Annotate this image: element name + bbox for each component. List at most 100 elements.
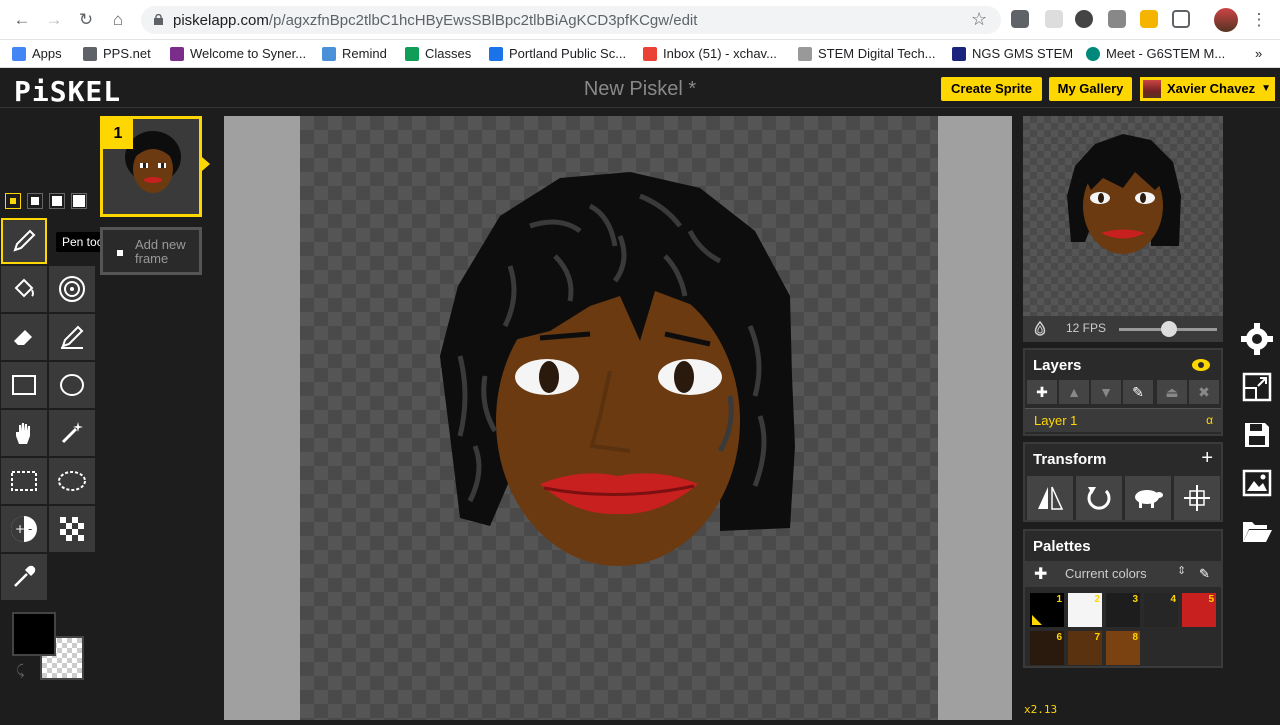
move-tool[interactable] (1, 410, 47, 456)
eye-icon[interactable] (1191, 358, 1211, 372)
lighten-tool[interactable]: - + (1, 506, 47, 552)
palette-select[interactable]: Current colors (1065, 566, 1147, 581)
frame-number: 1 (103, 119, 133, 149)
target-icon (59, 276, 85, 302)
paint-bucket-tool[interactable] (1, 266, 47, 312)
shape-selection-tool[interactable] (49, 410, 95, 456)
add-layer-button[interactable]: ✚ (1027, 380, 1057, 404)
animation-preview[interactable] (1023, 116, 1223, 316)
palette-swatch[interactable]: 6 (1030, 631, 1064, 665)
stroke-pen-icon (61, 325, 84, 349)
bookmark-item[interactable]: PPS.net (83, 46, 151, 61)
bookmark-star-icon[interactable]: ☆ (971, 9, 987, 30)
palette-swatch[interactable]: 4 (1144, 593, 1178, 627)
color-picker-tool[interactable] (1, 554, 47, 600)
primary-color-swatch[interactable] (12, 612, 56, 656)
swatch-number: 4 (1170, 594, 1176, 605)
extension-icon[interactable] (1140, 10, 1158, 28)
pen-tool[interactable] (1, 218, 47, 264)
more-bookmarks[interactable]: » (1255, 46, 1262, 61)
eyedropper-icon (14, 565, 36, 587)
rectangle-icon (12, 375, 36, 395)
extension-icon[interactable] (1045, 10, 1063, 28)
profile-avatar[interactable] (1214, 8, 1238, 32)
move-layer-down-button[interactable]: ▼ (1091, 380, 1121, 404)
bookmark-item[interactable]: Inbox (51) - xchav... (643, 46, 777, 61)
resize-button[interactable] (1234, 364, 1280, 410)
site-icon (322, 46, 336, 61)
lasso-select-tool[interactable] (49, 458, 95, 504)
bookmark-item[interactable]: Welcome to Syner... (170, 46, 306, 61)
svg-text:-: - (28, 522, 32, 536)
delete-layer-button[interactable]: ✖ (1189, 380, 1219, 404)
clone-button[interactable] (1125, 476, 1171, 520)
rectangle-select-tool[interactable] (1, 458, 47, 504)
extension-icon[interactable] (1108, 10, 1126, 28)
frame-thumbnail[interactable]: 1 (100, 116, 210, 217)
palette-swatch[interactable]: 2 (1068, 593, 1102, 627)
reload-icon[interactable]: ↻ (75, 9, 97, 31)
extensions-grid-icon[interactable] (1172, 10, 1190, 28)
my-gallery-button[interactable]: My Gallery (1049, 77, 1132, 101)
bookmark-item[interactable]: NGS GMS STEM (952, 46, 1073, 61)
onion-skin-icon[interactable] (1032, 321, 1048, 337)
export-button[interactable] (1234, 460, 1280, 506)
drawing-canvas[interactable] (300, 116, 938, 720)
palette-swatch[interactable]: 7 (1068, 631, 1102, 665)
fps-slider-handle[interactable] (1161, 321, 1177, 337)
forward-icon[interactable]: → (43, 9, 65, 31)
expand-plus-icon[interactable]: + (1201, 447, 1213, 470)
layer-alpha-toggle[interactable]: α (1206, 413, 1213, 427)
menu-dots-icon[interactable]: ⋮ (1248, 9, 1270, 31)
move-layer-up-button[interactable]: ▲ (1059, 380, 1089, 404)
bookmark-item[interactable]: Portland Public Sc... (489, 46, 626, 61)
extension-icon[interactable] (1075, 10, 1093, 28)
fps-label: 12 FPS (1066, 321, 1107, 335)
pen-size-1[interactable] (5, 193, 21, 209)
palette-swatch[interactable]: 5 (1182, 593, 1216, 627)
add-frame-icon (117, 250, 123, 256)
address-bar[interactable]: piskelapp.com/p/agxzfnBpc2tlbC1hcHByEwsS… (141, 6, 1001, 34)
save-button[interactable] (1234, 412, 1280, 458)
pen-size-selector (5, 193, 87, 209)
palette-swatch[interactable]: 1 (1030, 593, 1064, 627)
import-button[interactable] (1234, 508, 1280, 554)
pen-size-3[interactable] (49, 193, 65, 209)
rotate-button[interactable] (1076, 476, 1122, 520)
pen-size-4[interactable] (71, 193, 87, 209)
dithering-tool[interactable] (49, 506, 95, 552)
extension-icon[interactable] (1011, 10, 1029, 28)
center-button[interactable] (1174, 476, 1220, 520)
create-sprite-button[interactable]: Create Sprite (941, 77, 1042, 101)
bookmark-item[interactable]: Apps (12, 46, 62, 61)
stroke-tool[interactable] (49, 314, 95, 360)
swap-colors-icon[interactable]: ⤹ (16, 662, 24, 679)
back-icon[interactable]: ← (11, 9, 33, 31)
resize-icon (1242, 372, 1272, 402)
add-frame-label: Add new frame (135, 237, 186, 266)
rectangle-tool[interactable] (1, 362, 47, 408)
settings-button[interactable] (1234, 316, 1280, 362)
flip-button[interactable] (1027, 476, 1073, 520)
folder-open-icon (1243, 522, 1272, 542)
edit-palette-button[interactable]: ✎ (1199, 566, 1210, 582)
add-frame-button[interactable]: Add new frame (100, 227, 202, 275)
bookmark-item[interactable]: Remind (322, 46, 387, 61)
edit-layer-button[interactable]: ✎ (1123, 380, 1153, 404)
merge-layer-button[interactable]: ⏏ (1157, 380, 1187, 404)
swatch-number: 7 (1094, 632, 1100, 643)
circle-tool[interactable] (49, 362, 95, 408)
palette-swatch[interactable]: 3 (1106, 593, 1140, 627)
home-icon[interactable]: ⌂ (107, 9, 129, 31)
bookmark-item[interactable]: Classes (405, 46, 471, 61)
add-palette-button[interactable]: ✚ (1034, 564, 1047, 584)
pen-size-2[interactable] (27, 193, 43, 209)
palette-swatch[interactable]: 8 (1106, 631, 1140, 665)
bookmark-item[interactable]: STEM Digital Tech... (798, 46, 936, 61)
preview-image (1067, 134, 1181, 254)
layer-item[interactable]: Layer 1 α (1025, 408, 1221, 432)
bookmark-item[interactable]: Meet - G6STEM M... (1086, 46, 1225, 61)
eraser-tool[interactable] (1, 314, 47, 360)
paint-same-color-tool[interactable] (49, 266, 95, 312)
user-menu-button[interactable]: Xavier Chavez ▼ (1140, 77, 1275, 101)
